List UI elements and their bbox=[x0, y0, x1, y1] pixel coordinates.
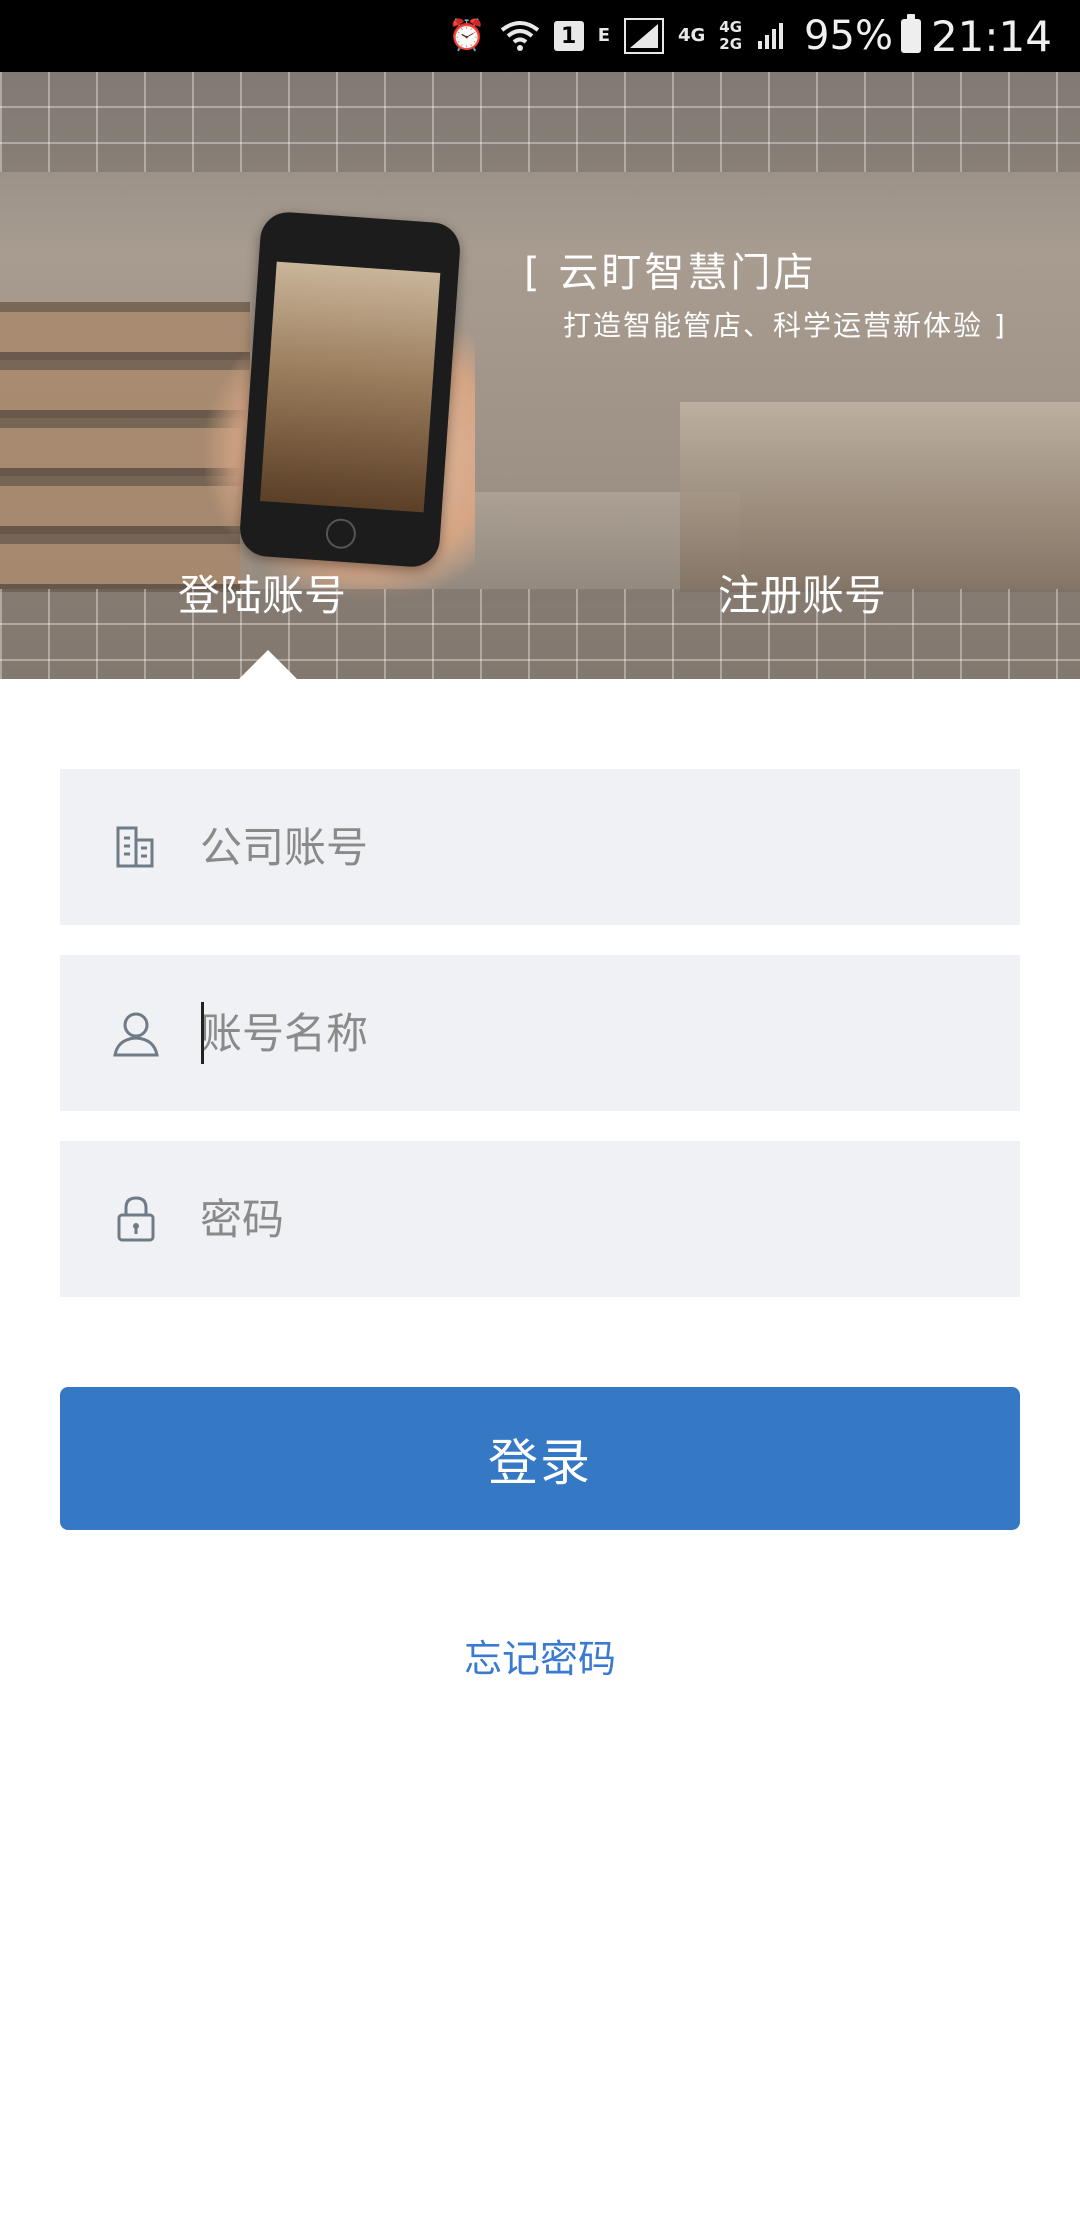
forgot-password-link[interactable]: 忘记密码 bbox=[0, 1628, 1080, 1683]
clock: 21:14 bbox=[930, 11, 1052, 61]
status-icons: ⏰ 1 E 4G 4G 2G bbox=[448, 18, 786, 54]
wifi-icon bbox=[500, 21, 539, 51]
decorative-lattice-top bbox=[0, 72, 1080, 172]
tab-selected-indicator bbox=[238, 650, 298, 679]
hero-banner: [ 云盯智慧门店 打造智能管店、科学运营新体验 ] 登陆账号 注册账号 bbox=[0, 72, 1080, 679]
text-cursor bbox=[201, 1002, 204, 1064]
company-account-field[interactable] bbox=[60, 769, 1020, 925]
account-name-input[interactable] bbox=[200, 1008, 960, 1058]
sim-icon: 1 bbox=[553, 21, 584, 51]
password-field[interactable] bbox=[60, 1141, 1020, 1297]
tab-register[interactable]: 注册账号 bbox=[718, 562, 886, 623]
tab-login[interactable]: 登陆账号 bbox=[178, 562, 346, 623]
lock-icon bbox=[112, 1195, 160, 1243]
company-account-input[interactable] bbox=[200, 822, 960, 872]
decorative-lattice-bottom bbox=[0, 589, 1080, 679]
network-dual-label: 4G 2G bbox=[719, 19, 742, 53]
signal-icon bbox=[623, 18, 664, 54]
banner-title: [ 云盯智慧门店 bbox=[524, 250, 817, 296]
account-name-field[interactable] bbox=[60, 955, 1020, 1111]
smartphone-image bbox=[238, 210, 462, 569]
status-bar: ⏰ 1 E 4G 4G 2G 95% 21:14 bbox=[0, 0, 1080, 72]
phone-screen-image bbox=[260, 261, 441, 513]
building-icon bbox=[112, 823, 160, 871]
network-4g2-label: 4G bbox=[719, 18, 743, 36]
battery-icon bbox=[900, 14, 921, 53]
network-e-label: E bbox=[597, 25, 610, 46]
login-button[interactable]: 登录 bbox=[60, 1387, 1020, 1530]
battery-percent: 95% bbox=[804, 13, 893, 59]
alarm-icon: ⏰ bbox=[448, 18, 486, 53]
network-2g-label: 2G bbox=[719, 35, 743, 53]
network-4g-label: 4G bbox=[677, 25, 706, 46]
user-icon bbox=[112, 1009, 160, 1057]
signal-bars-icon bbox=[758, 23, 784, 49]
banner-subtitle: 打造智能管店、科学运营新体验 ] bbox=[563, 309, 1007, 342]
phone-home-button bbox=[324, 517, 357, 550]
password-input[interactable] bbox=[200, 1194, 960, 1244]
